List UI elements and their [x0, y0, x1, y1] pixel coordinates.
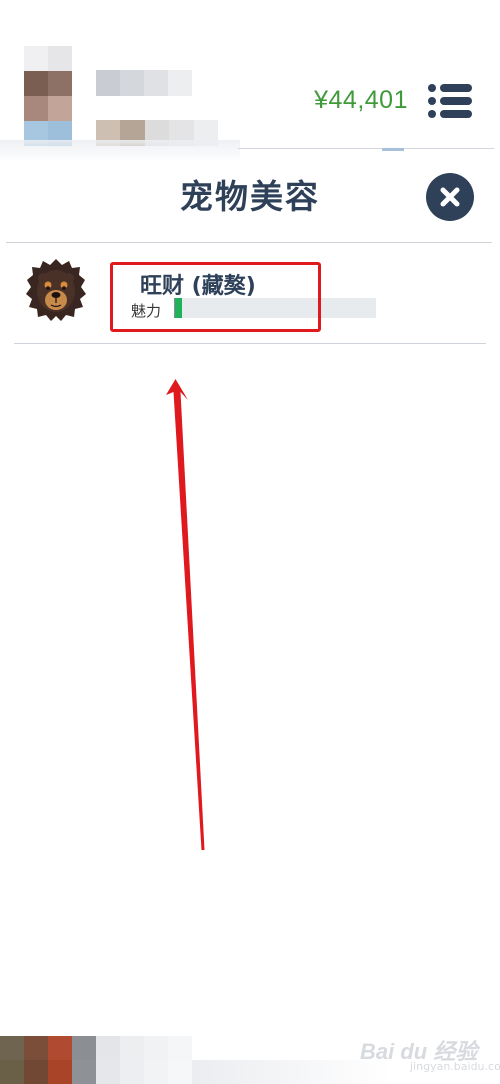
footer-blur-tile: [96, 1036, 120, 1060]
footer-blur-tile: [0, 1060, 24, 1084]
footer-blur-tile: [144, 1036, 168, 1060]
footer-blur-tile: [48, 1036, 72, 1060]
pet-grooming-screen: ¥44,401 宠物美容 旺财 (藏獒) 魅力 Bai du 经验 jingya…: [0, 0, 500, 1084]
footer-blur-tile: [0, 1036, 24, 1060]
footer-blur-tile: [48, 1060, 72, 1084]
footer-blur-tile: [72, 1060, 96, 1084]
watermark-sub-text: jingyan.baidu.com: [410, 1060, 500, 1073]
footer-blur-tile: [24, 1036, 48, 1060]
footer-blur-tile: [144, 1060, 168, 1084]
red-arrow-annotation: [166, 379, 205, 850]
footer-blur-tile: [168, 1036, 192, 1060]
footer-blur-tile: [120, 1036, 144, 1060]
footer-blur-tile: [120, 1060, 144, 1084]
baidu-jingyan-watermark: Bai du 经验 jingyan.baidu.com: [360, 1032, 500, 1078]
footer-blurred-content: [0, 1036, 192, 1084]
footer-blur-tile: [24, 1060, 48, 1084]
footer-blur-tile: [96, 1060, 120, 1084]
annotation-arrow-shape: [166, 379, 205, 850]
footer-blur-tile: [168, 1060, 192, 1084]
footer-blur-tile: [72, 1036, 96, 1060]
